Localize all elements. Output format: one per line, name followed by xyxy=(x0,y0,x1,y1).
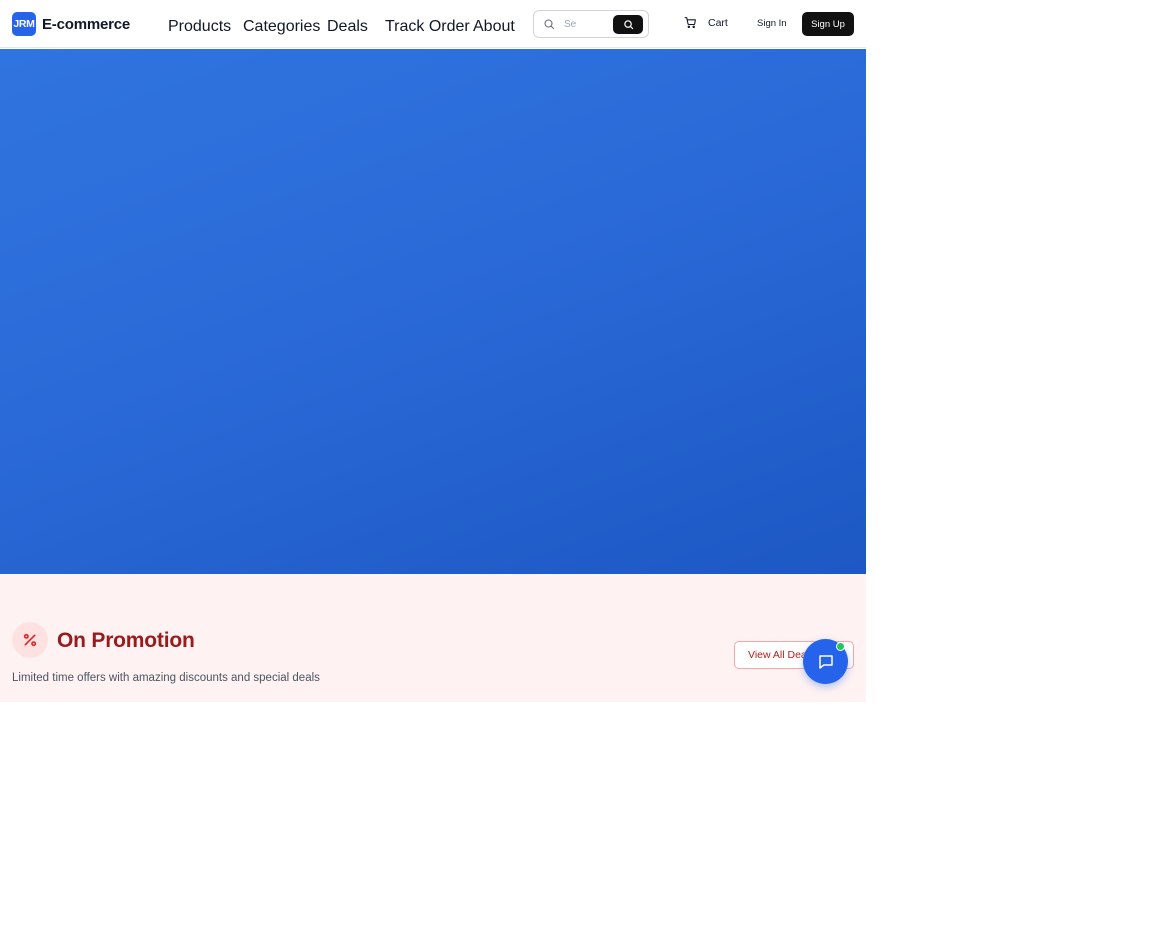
nav-item-deals[interactable]: Deals xyxy=(327,18,368,36)
online-status-dot xyxy=(836,642,845,651)
search-icon xyxy=(544,19,555,30)
promotion-section: On Promotion Limited time offers with am… xyxy=(0,574,866,702)
chat-icon xyxy=(818,654,833,669)
nav-item-track-order[interactable]: Track Order xyxy=(385,18,470,36)
search-icon xyxy=(623,20,633,30)
search-input[interactable] xyxy=(564,16,610,32)
percent-icon xyxy=(12,622,48,658)
site-header: JRM E-commerce Products Categories Deals… xyxy=(0,0,866,48)
search-button[interactable] xyxy=(613,15,643,34)
cart-icon xyxy=(684,17,696,29)
cart-link[interactable]: Cart xyxy=(684,16,728,29)
search-bar xyxy=(533,10,649,38)
nav-item-about[interactable]: About xyxy=(473,18,515,36)
page: JRM E-commerce Products Categories Deals… xyxy=(0,0,866,702)
brand-name: E-commerce xyxy=(42,15,131,33)
promotion-subtitle: Limited time offers with amazing discoun… xyxy=(12,672,320,684)
nav-item-categories[interactable]: Categories xyxy=(243,18,320,36)
hero-banner xyxy=(0,49,866,574)
logo-mark: JRM xyxy=(12,12,36,36)
logo[interactable]: JRM E-commerce xyxy=(12,12,130,36)
promotion-title: On Promotion xyxy=(57,629,195,652)
nav-item-products[interactable]: Products xyxy=(168,18,231,36)
sign-up-button[interactable]: Sign Up xyxy=(802,12,854,36)
cart-label: Cart xyxy=(708,16,728,29)
sign-in-link[interactable]: Sign In xyxy=(757,18,787,29)
